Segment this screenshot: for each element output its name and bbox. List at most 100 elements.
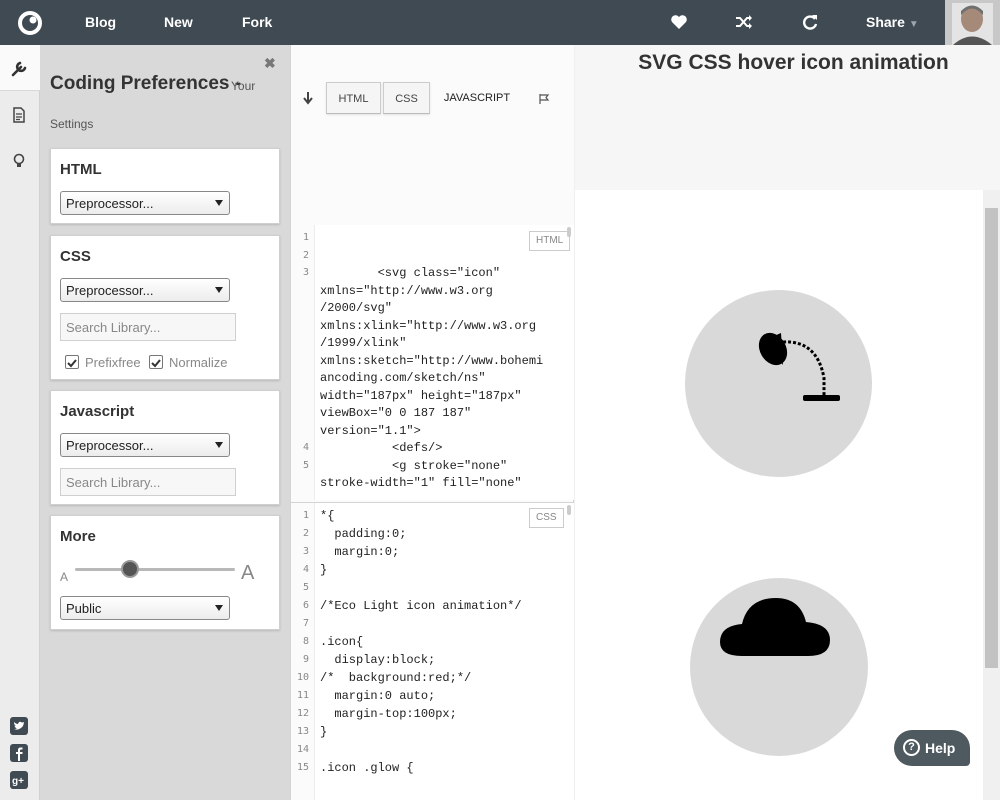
select-value: Preprocessor...: [66, 196, 154, 211]
panel-subtitle: Settings: [50, 117, 94, 131]
normalize-checkbox[interactable]: [149, 355, 163, 369]
nav-blog[interactable]: Blog: [85, 14, 116, 30]
lamp-icon-circle[interactable]: [685, 290, 872, 477]
code-line: ancoding.com/sketch/ns": [320, 371, 486, 385]
css-pane-scrollbar[interactable]: [567, 505, 571, 515]
card-title: More: [60, 528, 96, 545]
line-number: 11: [296, 690, 309, 701]
css-library-search-input[interactable]: Search Library...: [60, 313, 236, 341]
line-number: 4: [302, 564, 309, 575]
code-line: /2000/svg": [320, 301, 393, 315]
font-size-slider-handle[interactable]: [121, 560, 139, 578]
line-number: 5: [302, 459, 309, 471]
shuffle-icon[interactable]: [734, 12, 754, 32]
code-line: .icon{: [320, 635, 364, 649]
arrow-down-icon[interactable]: [302, 91, 314, 105]
prefixfree-checkbox[interactable]: [65, 355, 79, 369]
facebook-icon[interactable]: [10, 744, 28, 762]
wrench-icon: [11, 61, 27, 77]
preview-scrollbar[interactable]: [983, 190, 1000, 800]
details-rail-button[interactable]: [0, 92, 40, 138]
help-button[interactable]: ? Help: [894, 730, 970, 766]
code-line: stroke-width="1" fill="none": [320, 476, 522, 490]
code-line: }: [320, 563, 328, 577]
more-preferences-card: More A A Public: [50, 515, 280, 630]
css-code-pane[interactable]: CSS 1 *{2 padding:0; 3 margin:0; 4} 5 6 /*Eco …: [291, 502, 574, 800]
coding-preferences-panel: ✖ Coding Preferences - Your Settings HTM…: [40, 45, 290, 800]
css-pane-badge: CSS: [529, 508, 564, 528]
js-preprocessor-select[interactable]: Preprocessor...: [60, 433, 230, 457]
nav-new[interactable]: New: [164, 14, 193, 30]
line-number: 12: [296, 708, 309, 719]
tab-css[interactable]: CSS: [383, 82, 430, 114]
tab-javascript[interactable]: JAVASCRIPT: [436, 82, 518, 114]
code-line: /*Eco Light icon animation*/: [320, 599, 522, 613]
codepen-logo-icon[interactable]: [17, 10, 43, 36]
line-number: 10: [296, 672, 309, 683]
code-line: xmlns:sketch="http://www.bohemi: [320, 353, 544, 368]
code-line: viewBox="0 0 187 187": [320, 406, 472, 420]
code-line: <defs/>: [320, 441, 443, 455]
checkmark-icon: [67, 359, 77, 368]
html-pane-scrollbar[interactable]: [567, 227, 571, 237]
js-library-search-input[interactable]: Search Library...: [60, 468, 236, 496]
code-line: <svg class="icon": [320, 266, 501, 280]
settings-rail-button[interactable]: [0, 45, 40, 91]
document-icon: [13, 107, 25, 123]
code-line: width="187px" height="187px": [320, 388, 522, 403]
heart-icon[interactable]: [669, 12, 689, 32]
share-menu[interactable]: Share ▼: [866, 14, 919, 30]
tips-rail-button[interactable]: [0, 139, 40, 185]
preview-scrollbar-thumb[interactable]: [985, 208, 998, 668]
tab-html[interactable]: HTML: [326, 82, 381, 114]
line-number: 4: [302, 442, 309, 453]
line-number: 3: [302, 546, 309, 557]
code-line: padding:0;: [320, 527, 407, 541]
user-avatar[interactable]: [945, 0, 1000, 45]
line-number: 1: [302, 232, 309, 243]
top-bar: Blog New Fork Share ▼: [0, 0, 1000, 45]
javascript-preferences-card: Javascript Preprocessor... Search Librar…: [50, 390, 280, 505]
select-arrow-icon: [215, 442, 223, 448]
font-size-large-label: A: [241, 562, 255, 584]
preview-canvas: [575, 190, 983, 800]
share-label: Share: [866, 14, 905, 30]
line-number: 9: [302, 654, 309, 665]
google-plus-glyph: g+: [12, 776, 24, 787]
code-line: xmlns:xlink="http://www.w3.org: [320, 318, 537, 333]
close-icon[interactable]: ✖: [264, 55, 276, 72]
question-icon: ?: [903, 739, 920, 756]
preview-panel: SVG CSS hover icon animation: [575, 45, 1000, 800]
left-icon-rail: g+: [0, 45, 40, 800]
twitter-icon[interactable]: [10, 717, 28, 735]
flag-icon[interactable]: [538, 93, 550, 105]
font-size-slider-track[interactable]: [75, 568, 235, 571]
help-label: Help: [925, 740, 956, 756]
html-code-pane[interactable]: HTML 1 2 3 <svg class="icon" xmlns="http://…: [291, 225, 574, 500]
visibility-select[interactable]: Public: [60, 596, 230, 620]
google-plus-icon[interactable]: g+: [10, 771, 28, 789]
cloud-icon: [720, 598, 830, 656]
html-preferences-card: HTML Preprocessor...: [50, 148, 280, 224]
code-line: }: [320, 725, 328, 739]
checkmark-icon: [151, 359, 161, 368]
editor-toolbar: HTML CSS JAVASCRIPT: [291, 45, 574, 225]
panel-title: Coding Preferences -: [50, 73, 242, 94]
prefixfree-label: Prefixfree: [85, 355, 141, 370]
line-number: 8: [302, 636, 309, 647]
card-title: Javascript: [60, 403, 135, 420]
refresh-icon[interactable]: [800, 12, 820, 32]
select-value: Preprocessor...: [66, 438, 154, 453]
select-value: Public: [66, 601, 102, 616]
editor-column: HTML CSS JAVASCRIPT HTML 123 <svg class=…: [290, 45, 574, 800]
line-number: 13: [296, 726, 309, 737]
nav-fork[interactable]: Fork: [242, 14, 272, 30]
html-pane-badge: HTML: [529, 231, 571, 251]
css-preprocessor-select[interactable]: Preprocessor...: [60, 278, 230, 302]
code-line: /1999/xlink": [320, 336, 407, 350]
card-title: CSS: [60, 248, 91, 265]
cloud-icon-circle[interactable]: [690, 578, 868, 756]
html-preprocessor-select[interactable]: Preprocessor...: [60, 191, 230, 215]
select-value: Preprocessor...: [66, 283, 154, 298]
code-line: *{: [320, 509, 335, 523]
